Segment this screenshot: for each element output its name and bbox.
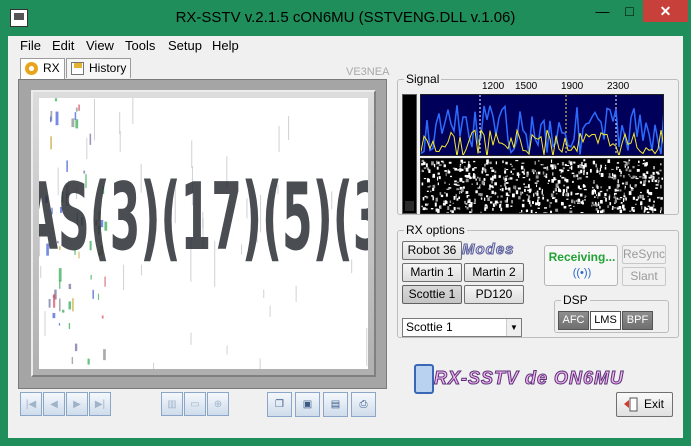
mode-dropdown[interactable]: Scottie 1 ▼ (402, 318, 522, 337)
save-toolbar: ❐ ▣ ▤ ⎙ (267, 392, 376, 418)
first-icon[interactable]: |◀ (20, 392, 42, 416)
next-icon[interactable]: ▶ (66, 392, 88, 416)
freq-tick-2300: 2300 (607, 81, 630, 92)
exit-label: Exit (644, 397, 665, 411)
tab-history[interactable]: History (66, 58, 132, 78)
menu-bar: File Edit View Tools Setup Help (8, 36, 683, 55)
menu-file[interactable]: File (20, 38, 41, 53)
received-image-graphic: X-MAS(3)(17)(5)(3)(3) (39, 98, 368, 369)
mode-dropdown-value: Scottie 1 (406, 320, 453, 334)
menu-edit[interactable]: Edit (52, 38, 74, 53)
rx-image-panel: X-MAS(3)(17)(5)(3)(3) (18, 79, 387, 389)
phone-icon (414, 364, 434, 394)
receive-status-text: Receiving... (548, 250, 616, 264)
dsp-label: DSP (561, 293, 590, 307)
dsp-group: DSP AFC LMS BPF (554, 293, 669, 333)
mode-scottie1-button[interactable]: Scottie 1 (402, 285, 462, 304)
modes-logo: Modes (462, 241, 515, 259)
spectrum-graph (421, 95, 663, 155)
rx-options-label: RX options (404, 223, 467, 237)
mode-martin2-button[interactable]: Martin 2 (464, 263, 524, 282)
resync-button[interactable]: ReSync (622, 245, 666, 264)
slant-button[interactable]: Slant (622, 267, 666, 286)
chevron-down-icon[interactable]: ▼ (506, 319, 521, 336)
menu-tools[interactable]: Tools (125, 38, 155, 53)
save-as-icon[interactable]: ▤ (323, 392, 348, 417)
menu-setup[interactable]: Setup (168, 38, 202, 53)
copy-icon[interactable]: ❐ (267, 392, 292, 417)
gear-icon (25, 62, 38, 75)
window-title: RX-SSTV v.2.1.5 cON6MU (SSTVENG.DLL v.1.… (175, 9, 516, 26)
image-frame: X-MAS(3)(17)(5)(3)(3) (31, 90, 376, 377)
antenna-icon: ((•)) (572, 267, 592, 279)
receive-status-panel: Receiving... ((•)) (544, 245, 618, 286)
brand-text: RX-SSTV de ON6MU (433, 368, 625, 389)
minimize-button[interactable]: — (589, 0, 616, 22)
tab-history-label: History (89, 61, 127, 75)
close-button[interactable]: ✕ (643, 0, 688, 22)
signal-group: Signal 1200 1500 1900 2300 (397, 72, 679, 215)
exit-button[interactable]: Exit (616, 392, 673, 417)
file-toolbar: ▥ ▭ ⊕ (161, 392, 229, 418)
history-icon (71, 62, 84, 75)
mode-robot36-button[interactable]: Robot 36 (402, 241, 462, 260)
bpf-toggle[interactable]: BPF (622, 311, 653, 330)
client-area: File Edit View Tools Setup Help RX Histo… (8, 36, 683, 438)
prev-icon[interactable]: ◀ (43, 392, 65, 416)
freq-tick-1500: 1500 (515, 81, 538, 92)
tab-rx-label: RX (43, 61, 60, 75)
received-image[interactable]: X-MAS(3)(17)(5)(3)(3) (39, 98, 368, 369)
maximize-button[interactable]: □ (616, 0, 643, 22)
last-icon[interactable]: ▶| (89, 392, 111, 416)
waterfall-graph (421, 159, 663, 213)
credit-label: VE3NEA (346, 66, 390, 78)
folder-icon[interactable]: ▭ (184, 392, 206, 416)
waterfall-display[interactable] (420, 158, 664, 214)
save-icon[interactable]: ▣ (295, 392, 320, 417)
mode-martin1-button[interactable]: Martin 1 (402, 263, 462, 282)
lms-toggle[interactable]: LMS (590, 311, 621, 330)
exit-door-icon (624, 397, 638, 412)
rx-options-group: RX options Robot 36 Modes Martin 1 Marti… (397, 223, 679, 338)
received-image-caption: X-MAS(3)(17)(5)(3)(3) (39, 165, 368, 272)
navigation-toolbar: |◀ ◀ ▶ ▶| (20, 392, 111, 418)
app-window: RX-SSTV v.2.1.5 cON6MU (SSTVENG.DLL v.1.… (0, 0, 691, 446)
tab-rx[interactable]: RX (20, 58, 65, 79)
print-icon[interactable]: ⎙ (351, 392, 376, 417)
menu-help[interactable]: Help (212, 38, 239, 53)
brand-logo: RX-SSTV de ON6MU (410, 360, 625, 400)
title-bar[interactable]: RX-SSTV v.2.1.5 cON6MU (SSTVENG.DLL v.1.… (0, 0, 691, 36)
menu-view[interactable]: View (86, 38, 114, 53)
mode-pd120-button[interactable]: PD120 (464, 285, 524, 304)
zoom-icon[interactable]: ⊕ (207, 392, 229, 416)
spectrum-display[interactable] (420, 94, 664, 156)
trash-icon[interactable]: ▥ (161, 392, 183, 416)
afc-toggle[interactable]: AFC (558, 311, 589, 330)
signal-level-meter (402, 94, 417, 214)
freq-tick-1200: 1200 (482, 81, 505, 92)
freq-tick-1900: 1900 (561, 81, 584, 92)
signal-label: Signal (404, 72, 442, 86)
